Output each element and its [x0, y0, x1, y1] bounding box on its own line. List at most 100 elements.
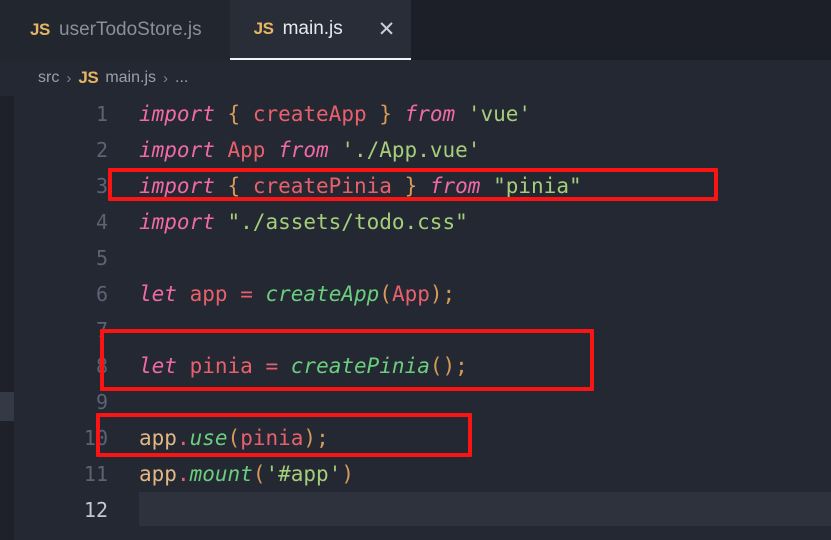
line-number: 4 — [95, 210, 108, 234]
line-number: 8 — [95, 354, 108, 378]
token: createPinia — [252, 174, 392, 198]
code-line-text: app.mount('#app') — [139, 462, 354, 486]
line-number: 5 — [95, 246, 108, 270]
line-number: 12 — [83, 498, 108, 522]
code-line-5[interactable]: 5 — [14, 240, 831, 276]
line-number: 6 — [95, 282, 108, 306]
token: import — [139, 174, 215, 198]
code-editor[interactable]: 1 import { createApp } from 'vue' 2 import … — [14, 96, 831, 540]
token: import — [139, 102, 215, 126]
code-line-3[interactable]: 3 import { createPinia } from "pinia" — [14, 168, 831, 204]
chevron-right-icon: › — [163, 69, 169, 87]
code-line-8[interactable]: 8 let pinia = createPinia(); — [14, 348, 831, 384]
code-line-6[interactable]: 6 let app = createApp(App); — [14, 276, 831, 312]
token: mount — [189, 462, 253, 486]
tab-label: main.js — [282, 18, 343, 39]
line-number: 10 — [83, 426, 108, 450]
token: ( — [252, 462, 266, 486]
tab-label: userTodoStore.js — [59, 19, 202, 40]
code-line-10[interactable]: 10 app.use(pinia); — [14, 420, 831, 456]
token: ) — [429, 282, 443, 306]
line-number: 3 — [95, 174, 108, 198]
token: from — [429, 174, 481, 198]
token: ) — [303, 426, 317, 450]
token: from — [278, 138, 329, 162]
token: = — [240, 282, 253, 306]
line-number: 9 — [95, 390, 108, 414]
token: () — [429, 354, 456, 378]
breadcrumb: src › JS main.js › ... — [0, 60, 831, 96]
token: pinia — [189, 354, 253, 378]
code-line-text: let app = createApp(App); — [139, 282, 455, 306]
code-line-11[interactable]: 11 app.mount('#app') — [14, 456, 831, 492]
active-line-highlight — [139, 492, 831, 526]
scrollbar-thumb[interactable] — [0, 392, 14, 421]
chevron-right-icon: › — [66, 69, 72, 87]
token: '#app' — [265, 462, 342, 486]
js-file-icon: JS — [30, 20, 50, 39]
token: pinia — [240, 426, 304, 450]
code-line-text: import { createApp } from 'vue' — [139, 102, 531, 126]
token: ) — [341, 462, 354, 486]
breadcrumb-item-src[interactable]: src — [38, 69, 59, 87]
breadcrumb-item-main-js[interactable]: main.js — [105, 69, 156, 87]
token: ( — [379, 282, 392, 306]
token: createPinia — [290, 354, 430, 378]
code-line-2[interactable]: 2 import App from './App.vue' — [14, 132, 831, 168]
line-number: 7 — [95, 318, 108, 342]
token: "./assets/todo.css" — [227, 210, 468, 234]
token: createApp — [252, 102, 367, 126]
editor-tab-bar: JS userTodoStore.js JS main.js ✕ — [0, 0, 831, 60]
code-line-4[interactable]: 4 import "./assets/todo.css" — [14, 204, 831, 240]
code-line-text: import "./assets/todo.css" — [139, 210, 468, 234]
token: let — [139, 282, 177, 306]
token: let — [139, 354, 177, 378]
token: . — [176, 426, 190, 450]
token: App — [227, 138, 266, 162]
js-file-icon: JS — [78, 68, 99, 87]
token: './App.vue' — [341, 138, 481, 162]
tab-userTodoStore-js[interactable]: JS userTodoStore.js — [0, 0, 230, 60]
token: import — [139, 210, 215, 234]
vscode-window: JS userTodoStore.js JS main.js ✕ src › J… — [0, 0, 831, 540]
code-line-1[interactable]: 1 import { createApp } from 'vue' — [14, 96, 831, 132]
token: use — [189, 426, 228, 450]
close-icon[interactable]: ✕ — [378, 19, 396, 40]
code-lines-container: 1 import { createApp } from 'vue' 2 import … — [14, 96, 831, 528]
breadcrumb-item-overflow[interactable]: ... — [175, 69, 188, 87]
token: { — [227, 174, 241, 198]
token: ; — [455, 354, 468, 378]
code-line-9[interactable]: 9 — [14, 384, 831, 420]
code-line-7[interactable]: 7 — [14, 312, 831, 348]
code-line-12[interactable]: 12 — [14, 492, 831, 528]
token: app — [139, 462, 177, 486]
token: ; — [442, 282, 456, 306]
line-number: 11 — [83, 462, 108, 486]
token: } — [404, 174, 418, 198]
token: ( — [227, 426, 241, 450]
code-line-text: import App from './App.vue' — [139, 138, 480, 162]
line-number: 2 — [95, 138, 108, 162]
token: ; — [316, 426, 329, 450]
token: from — [404, 102, 456, 126]
token: "pinia" — [493, 174, 582, 198]
tab-main-js[interactable]: JS main.js ✕ — [229, 0, 412, 60]
